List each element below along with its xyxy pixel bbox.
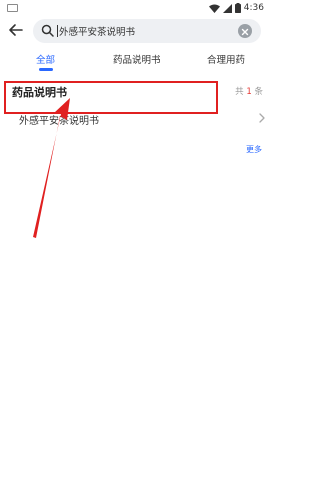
result-item[interactable]: 外感平安茶说明书 bbox=[0, 108, 270, 130]
battery-icon bbox=[234, 3, 241, 13]
notification-icon bbox=[7, 4, 18, 12]
more-link[interactable]: 更多 bbox=[246, 144, 262, 155]
clear-search-button[interactable] bbox=[238, 24, 252, 38]
search-row bbox=[0, 18, 270, 44]
tab-drug-instructions[interactable]: 药品说明书 bbox=[113, 52, 161, 66]
count-suffix: 条 bbox=[254, 87, 263, 97]
tab-rational-medication[interactable]: 合理用药 bbox=[207, 52, 245, 66]
tab-all[interactable]: 全部 bbox=[36, 52, 55, 66]
result-count: 共 1 条 bbox=[235, 85, 263, 97]
count-number: 1 bbox=[246, 87, 252, 97]
tab-bar: 全部 药品说明书 合理用药 bbox=[0, 50, 270, 74]
text-cursor bbox=[57, 25, 58, 37]
section-header: 药品说明书 共 1 条 bbox=[0, 78, 270, 106]
search-box[interactable] bbox=[33, 19, 261, 43]
section-title: 药品说明书 bbox=[12, 86, 67, 99]
back-arrow-icon bbox=[9, 24, 23, 36]
search-input[interactable] bbox=[59, 22, 229, 40]
status-time: 4:36 bbox=[243, 3, 264, 13]
status-bar: 4:36 bbox=[0, 0, 270, 16]
back-button[interactable] bbox=[7, 21, 25, 39]
chevron-right-icon bbox=[259, 113, 265, 123]
close-icon bbox=[241, 28, 249, 36]
search-icon bbox=[41, 24, 54, 37]
status-indicators: 4:36 bbox=[208, 1, 264, 15]
signal-icon bbox=[222, 3, 232, 13]
wifi-icon bbox=[208, 4, 220, 13]
count-prefix: 共 bbox=[235, 87, 244, 97]
active-tab-indicator bbox=[39, 68, 53, 71]
result-item-title: 外感平安茶说明书 bbox=[19, 116, 99, 127]
